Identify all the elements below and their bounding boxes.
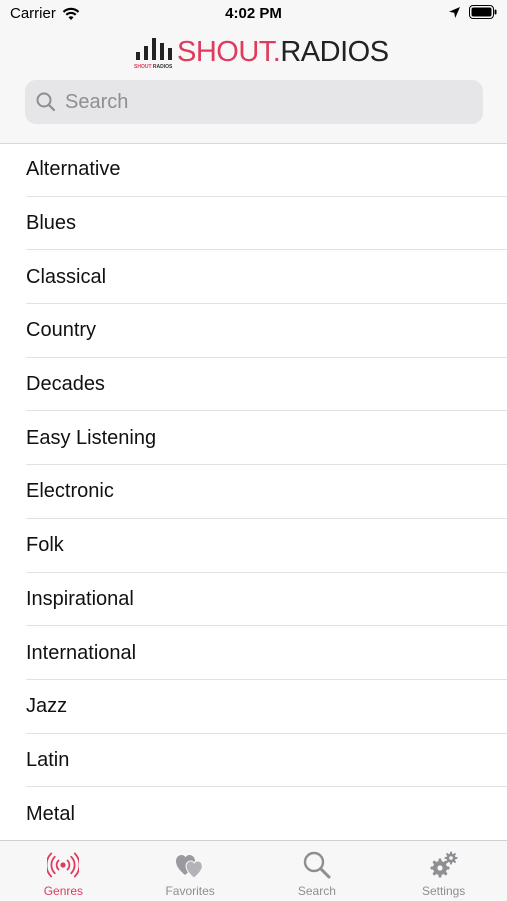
genre-label: Latin <box>26 749 69 772</box>
search-input[interactable] <box>63 90 467 115</box>
tab-settings[interactable]: Settings <box>380 841 507 901</box>
status-bar: Carrier 4:02 PM <box>0 0 507 28</box>
tab-favorites[interactable]: Favorites <box>127 841 254 901</box>
battery-icon <box>469 5 497 19</box>
search-icon <box>35 91 57 113</box>
tab-label: Genres <box>44 884 83 898</box>
genre-label: Country <box>26 319 96 342</box>
tab-genres[interactable]: Genres <box>0 841 127 901</box>
genre-row[interactable]: Inspirational <box>0 573 507 627</box>
genre-label: Decades <box>26 373 105 396</box>
location-arrow-icon <box>448 6 461 19</box>
header: SHOUT RADIOS SHOUT.RADIOS <box>0 28 507 144</box>
logo-radios-text: RADIOS <box>280 36 388 68</box>
genre-row[interactable]: Classical <box>0 250 507 304</box>
status-time: 4:02 PM <box>0 5 507 22</box>
genre-row[interactable]: Blues <box>0 197 507 251</box>
logo-shout-text: SHOUT <box>177 36 273 68</box>
genre-label: Electronic <box>26 480 114 503</box>
genre-row[interactable]: Easy Listening <box>0 411 507 465</box>
genre-label: Jazz <box>26 695 67 718</box>
tab-search[interactable]: Search <box>254 841 381 901</box>
search-bar[interactable] <box>25 80 483 124</box>
genre-row[interactable]: Folk <box>0 519 507 573</box>
genre-label: Alternative <box>26 158 121 181</box>
app-logo: SHOUT RADIOS SHOUT.RADIOS <box>133 28 389 70</box>
genre-label: Classical <box>26 266 106 289</box>
genre-row[interactable]: Metal <box>0 787 507 840</box>
genre-row[interactable]: Decades <box>0 358 507 412</box>
logo-subtext: SHOUT RADIOS <box>134 64 172 70</box>
genre-row[interactable]: Country <box>0 304 507 358</box>
hearts-icon <box>174 849 206 881</box>
tab-label: Favorites <box>165 884 214 898</box>
genre-row[interactable]: Latin <box>0 734 507 788</box>
tab-bar: Genres Favorites Search <box>0 840 507 901</box>
tab-label: Settings <box>422 884 465 898</box>
genre-label: Inspirational <box>26 588 134 611</box>
genre-label: Easy Listening <box>26 427 156 450</box>
genre-label: Folk <box>26 534 64 557</box>
tab-label: Search <box>298 884 336 898</box>
radio-waves-icon <box>47 849 79 881</box>
genre-label: Metal <box>26 803 75 826</box>
gears-icon <box>428 849 460 881</box>
genre-label: Blues <box>26 212 76 235</box>
search-icon <box>301 849 333 881</box>
genre-row[interactable]: Alternative <box>0 143 507 197</box>
genre-label: International <box>26 642 136 665</box>
genre-row[interactable]: Jazz <box>0 680 507 734</box>
genre-row[interactable]: Electronic <box>0 465 507 519</box>
genre-list: Alternative Blues Classical Country Decades E… <box>0 143 507 840</box>
genre-row[interactable]: International <box>0 626 507 680</box>
logo-equalizer-icon: SHOUT RADIOS <box>133 32 177 70</box>
